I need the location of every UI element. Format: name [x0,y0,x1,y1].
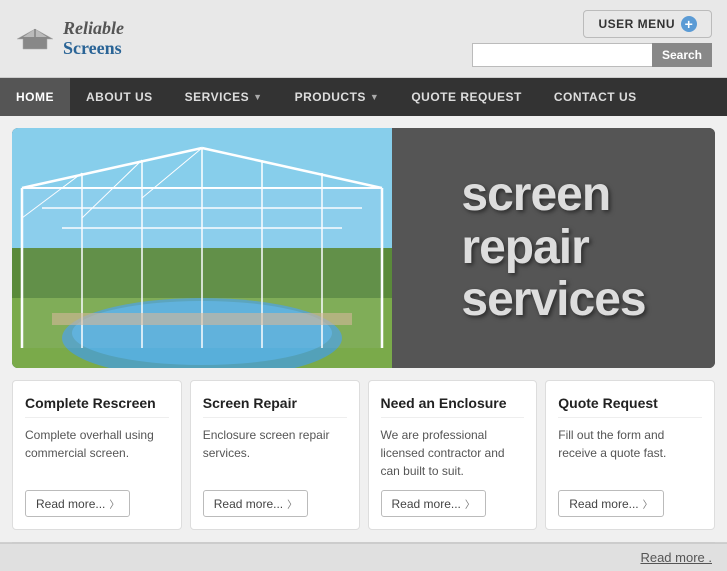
read-more-label-quote: Read more... [569,497,638,511]
read-more-button-rescreen[interactable]: Read more... 〉 [25,490,130,517]
hero-title-line1: screen [461,169,645,222]
read-more-button-repair[interactable]: Read more... 〉 [203,490,308,517]
user-menu-label: USER MENU [598,17,675,31]
search-area: Search [472,43,712,67]
read-more-label-enclosure: Read more... [392,497,461,511]
header: Reliable Screens USER MENU + Search [0,0,727,78]
user-menu-button[interactable]: USER MENU + [583,10,712,38]
card-text-enclosure: We are professional licensed contractor … [381,426,525,480]
search-input[interactable] [472,43,652,67]
read-more-arrow-enclosure: 〉 [465,496,475,511]
nav-item-services[interactable]: SERVICES ▼ [169,78,279,116]
read-more-label-repair: Read more... [214,497,283,511]
footer-read-more-text: Read more . [640,550,712,565]
hero-section: screen repair services [12,128,715,368]
read-more-arrow-rescreen: 〉 [109,496,119,511]
read-more-arrow-repair: 〉 [287,496,297,511]
read-more-label-rescreen: Read more... [36,497,105,511]
navigation: HOME ABOUT US SERVICES ▼ PRODUCTS ▼ QUOT… [0,78,727,116]
card-enclosure: Need an Enclosure We are professional li… [368,380,538,530]
read-more-button-enclosure[interactable]: Read more... 〉 [381,490,486,517]
card-text-repair: Enclosure screen repair services. [203,426,347,480]
cards-section: Complete Rescreen Complete overhall usin… [12,380,715,530]
card-screen-repair: Screen Repair Enclosure screen repair se… [190,380,360,530]
footer-read-more[interactable]: Read more . [640,550,712,565]
nav-item-home[interactable]: HOME [0,78,70,116]
card-title-quote: Quote Request [558,395,702,418]
card-title-repair: Screen Repair [203,395,347,418]
card-title-enclosure: Need an Enclosure [381,395,525,418]
logo-wrapper: Reliable Screens [15,19,124,59]
nav-item-about[interactable]: ABOUT US [70,78,169,116]
user-menu-plus-icon: + [681,16,697,32]
card-text-rescreen: Complete overhall using commercial scree… [25,426,169,480]
nav-quote-label: QUOTE REQUEST [411,90,522,104]
nav-item-contact[interactable]: CONTACT US [538,78,653,116]
services-dropdown-icon: ▼ [253,92,262,102]
products-dropdown-icon: ▼ [370,92,379,102]
main-content: screen repair services Complete Rescreen… [0,116,727,542]
nav-item-products[interactable]: PRODUCTS ▼ [279,78,396,116]
logo-icon [15,27,55,51]
search-button[interactable]: Search [652,43,712,67]
hero-title-line3: services [461,274,645,327]
header-right: USER MENU + Search [472,10,712,67]
hero-image [12,128,392,368]
hero-image-svg [12,128,392,368]
footer-bar: Read more . [0,543,727,571]
logo-text: Reliable Screens [63,19,124,59]
card-complete-rescreen: Complete Rescreen Complete overhall usin… [12,380,182,530]
nav-products-label: PRODUCTS [295,90,366,104]
nav-about-label: ABOUT US [86,90,153,104]
logo-screens: Screens [63,38,122,58]
card-text-quote: Fill out the form and receive a quote fa… [558,426,702,480]
logo-reliable: Reliable [63,18,124,38]
card-title-rescreen: Complete Rescreen [25,395,169,418]
hero-title-line2: repair [461,222,645,275]
logo-area: Reliable Screens [63,19,124,59]
hero-title: screen repair services [461,169,645,327]
nav-item-quote[interactable]: QUOTE REQUEST [395,78,538,116]
nav-contact-label: CONTACT US [554,90,637,104]
read-more-arrow-quote: 〉 [643,496,653,511]
nav-home-label: HOME [16,90,54,104]
card-quote-request: Quote Request Fill out the form and rece… [545,380,715,530]
nav-services-label: SERVICES [185,90,249,104]
read-more-button-quote[interactable]: Read more... 〉 [558,490,663,517]
hero-text-area: screen repair services [392,128,715,368]
